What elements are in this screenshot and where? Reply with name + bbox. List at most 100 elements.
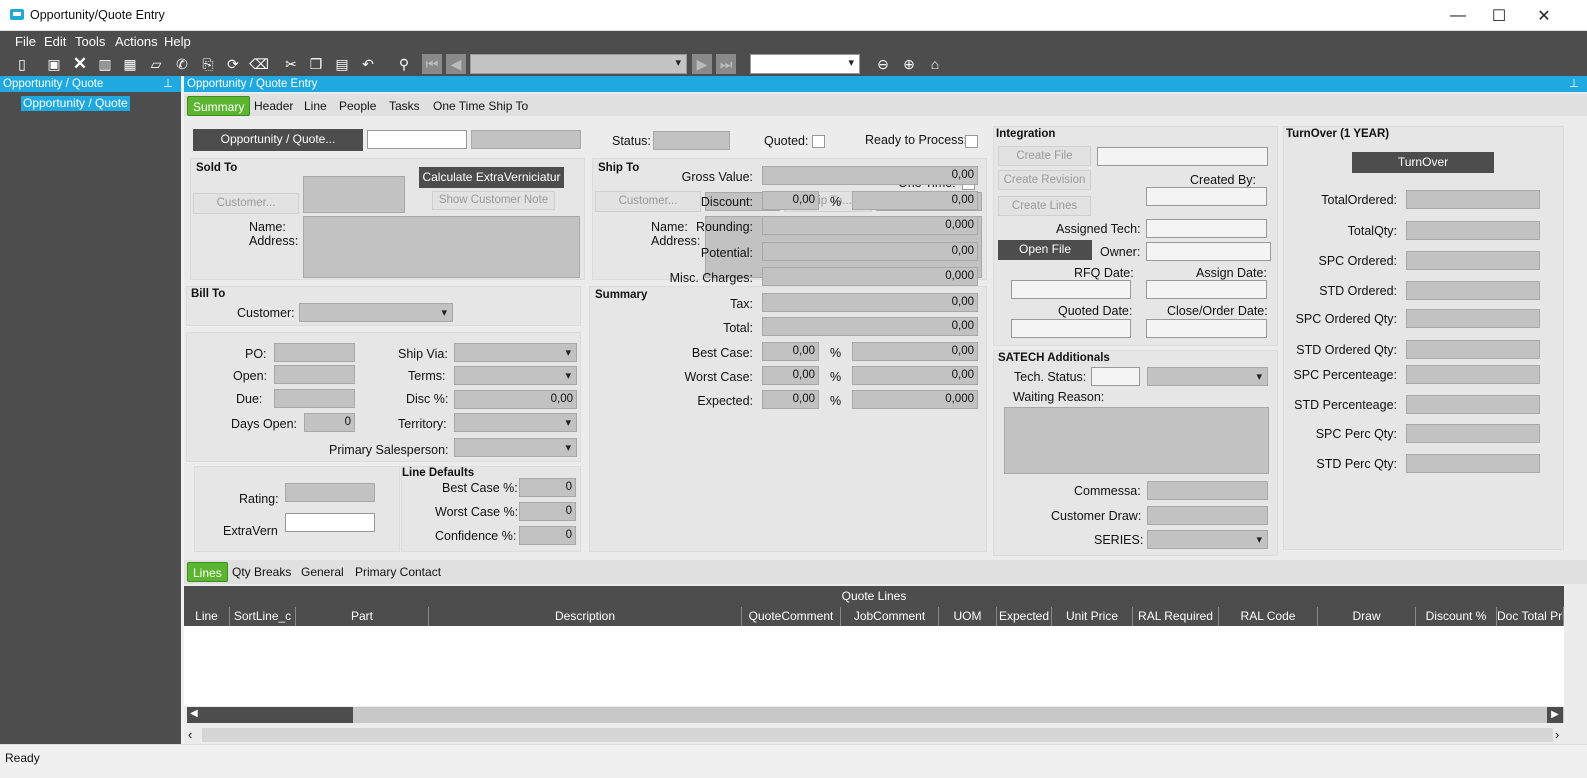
- grid-scroll-thumb[interactable]: [187, 707, 353, 723]
- create-file-button[interactable]: Create File: [998, 146, 1091, 166]
- save-icon[interactable]: ▣: [44, 54, 64, 74]
- menu-tools[interactable]: Tools: [75, 34, 105, 49]
- minimize-button[interactable]: —: [1435, 0, 1481, 31]
- terms-dropdown[interactable]: [454, 366, 577, 385]
- create-lines-button[interactable]: Create Lines: [998, 196, 1091, 216]
- ship-via-dropdown[interactable]: [454, 343, 577, 362]
- tree-item-opportunity[interactable]: Opportunity / Quote: [21, 96, 130, 111]
- new-icon[interactable]: ▯: [12, 54, 32, 74]
- title-bar: Opportunity/Quote Entry — ☐ ✕: [0, 0, 1587, 31]
- line-defaults-title: Line Defaults: [402, 467, 475, 479]
- grid-col-header[interactable]: Description: [429, 607, 742, 626]
- view-dropdown[interactable]: [750, 54, 860, 74]
- grid-col-header[interactable]: UOM: [939, 607, 997, 626]
- quote-number-input[interactable]: [367, 130, 467, 149]
- bill-to-customer-dropdown[interactable]: [299, 303, 453, 322]
- paste-icon[interactable]: ▤: [332, 54, 352, 74]
- owner-field[interactable]: [1146, 242, 1271, 261]
- tab-lines[interactable]: Lines: [187, 562, 228, 582]
- grid-col-header[interactable]: Unit Price: [1052, 607, 1133, 626]
- rfq-date-field[interactable]: [1011, 280, 1131, 299]
- tab-tasks[interactable]: Tasks: [384, 96, 425, 116]
- scroll-right-icon[interactable]: ▶: [1547, 707, 1563, 723]
- primary-salesperson-dropdown[interactable]: [454, 438, 577, 457]
- form-scroll-left-icon[interactable]: ‹: [188, 727, 192, 742]
- pin-icon[interactable]: ⊥: [1569, 76, 1579, 92]
- territory-dropdown[interactable]: [454, 413, 577, 432]
- tab-summary[interactable]: Summary: [187, 96, 251, 116]
- record-dropdown[interactable]: [470, 54, 687, 74]
- tech-status-label: Tech. Status:: [1014, 370, 1087, 384]
- menu-edit[interactable]: Edit: [44, 34, 66, 49]
- tab-one-time-ship-to[interactable]: One Time Ship To: [428, 96, 533, 116]
- tab-qty-breaks[interactable]: Qty Breaks: [227, 562, 296, 582]
- scroll-left-icon[interactable]: ◀: [190, 708, 198, 719]
- ship-to-customer-button[interactable]: Customer...: [595, 191, 701, 212]
- assign-date-field[interactable]: [1146, 280, 1267, 299]
- grid-col-header[interactable]: Line: [184, 607, 230, 626]
- book-icon[interactable]: ▥: [95, 54, 115, 74]
- refresh-icon[interactable]: ⟳: [223, 54, 243, 74]
- copy-icon[interactable]: ❐: [306, 54, 326, 74]
- menu-actions[interactable]: Actions: [115, 34, 158, 49]
- close-button[interactable]: ✕: [1521, 0, 1567, 31]
- search-icon[interactable]: ⚲: [394, 54, 414, 74]
- tab-primary-contact[interactable]: Primary Contact: [350, 562, 446, 582]
- grid-col-header[interactable]: Draw: [1318, 607, 1416, 626]
- tech-status-dropdown[interactable]: [1147, 367, 1268, 386]
- grid-col-header[interactable]: JobComment: [841, 607, 939, 626]
- tab-header[interactable]: Header: [249, 96, 298, 116]
- attach-icon[interactable]: ⎘: [198, 54, 218, 74]
- tab-line[interactable]: Line: [299, 96, 332, 116]
- assigned-tech-field[interactable]: [1146, 219, 1267, 238]
- grid-col-header[interactable]: Part: [296, 607, 429, 626]
- grid-hscrollbar[interactable]: ◀ ▶: [187, 707, 1564, 723]
- grid-col-header[interactable]: Doc Total Pri: [1497, 607, 1564, 626]
- quoted-date-field[interactable]: [1011, 319, 1131, 338]
- back-icon[interactable]: ⊖: [873, 54, 893, 74]
- last-record-icon[interactable]: ⏭: [716, 54, 736, 74]
- grid-col-header[interactable]: Expected: [997, 607, 1052, 626]
- integration-title: Integration: [996, 128, 1056, 140]
- close-order-date-field[interactable]: [1146, 319, 1267, 338]
- grid-col-header[interactable]: RAL Code: [1219, 607, 1318, 626]
- tech-status-code-field[interactable]: [1091, 367, 1140, 386]
- tab-people[interactable]: People: [334, 96, 381, 116]
- forward-icon[interactable]: ⊕: [899, 54, 919, 74]
- menu-help[interactable]: Help: [164, 34, 191, 49]
- menu-file[interactable]: File: [15, 34, 36, 49]
- form-hscrollbar[interactable]: [202, 728, 1553, 742]
- series-dropdown[interactable]: [1147, 530, 1268, 549]
- cut-icon[interactable]: ✂: [281, 54, 301, 74]
- grid-col-header[interactable]: RAL Required: [1133, 607, 1219, 626]
- show-customer-note-button[interactable]: Show Customer Note: [432, 191, 555, 210]
- maximize-button[interactable]: ☐: [1476, 0, 1522, 31]
- opportunity-quote-button[interactable]: Opportunity / Quote...: [193, 129, 363, 151]
- extravern-input[interactable]: [285, 513, 375, 532]
- clear-icon[interactable]: ⌫: [249, 54, 269, 74]
- commessa-label: Commessa:: [1074, 484, 1141, 498]
- note-icon[interactable]: ▱: [146, 54, 166, 74]
- ready-checkbox[interactable]: [965, 135, 978, 148]
- grid-icon[interactable]: ▦: [120, 54, 140, 74]
- form-scroll-right-icon[interactable]: ›: [1555, 727, 1559, 742]
- undo-icon[interactable]: ↶: [358, 54, 378, 74]
- turnover-button[interactable]: TurnOver: [1352, 152, 1494, 173]
- next-record-icon[interactable]: ▶: [692, 54, 712, 74]
- pin-icon[interactable]: ⊥: [163, 76, 173, 92]
- quoted-checkbox[interactable]: [812, 135, 825, 148]
- phone-icon[interactable]: ✆: [172, 54, 192, 74]
- delete-icon[interactable]: ✕: [70, 54, 90, 74]
- create-revision-button[interactable]: Create Revision: [998, 170, 1091, 190]
- calculate-extraverniciatur-button[interactable]: Calculate ExtraVerniciatur: [419, 167, 564, 188]
- waiting-reason-field: [1004, 407, 1269, 474]
- tab-general[interactable]: General: [296, 562, 349, 582]
- first-record-icon[interactable]: ⏮: [422, 54, 442, 74]
- home-icon[interactable]: ⌂: [925, 54, 945, 74]
- grid-col-header[interactable]: Discount %: [1416, 607, 1497, 626]
- open-file-button[interactable]: Open File: [998, 240, 1092, 260]
- grid-col-header[interactable]: QuoteComment: [742, 607, 841, 626]
- sold-to-customer-button[interactable]: Customer...: [193, 193, 299, 214]
- grid-col-header[interactable]: SortLine_c: [230, 607, 296, 626]
- prev-record-icon[interactable]: ◀: [446, 54, 466, 74]
